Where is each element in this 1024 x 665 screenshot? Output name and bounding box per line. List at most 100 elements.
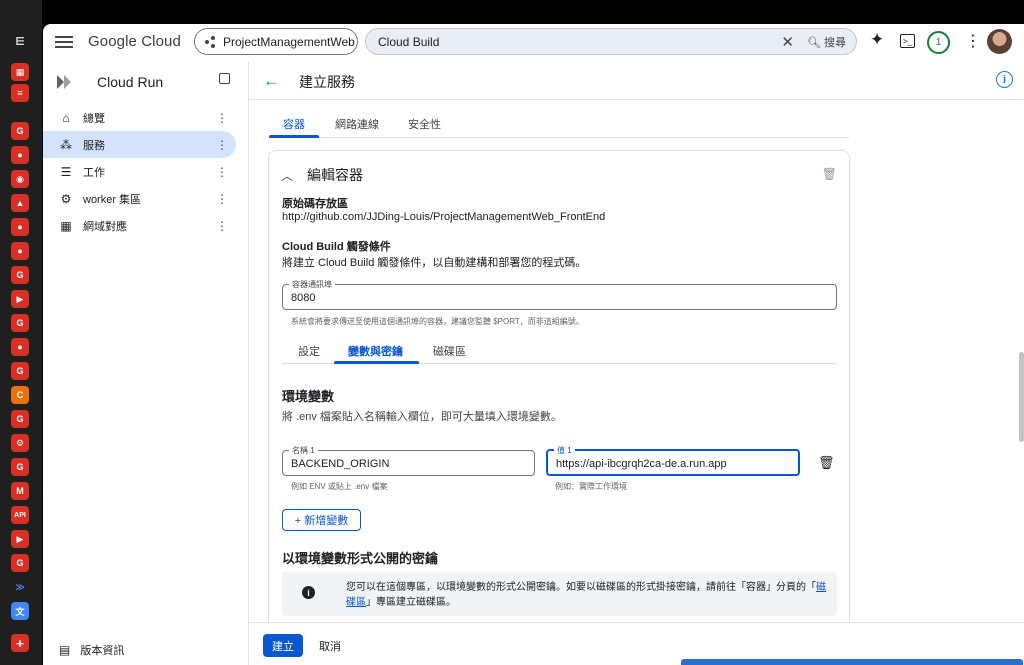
subtab-volumes[interactable]: 磁碟區 [433, 343, 466, 359]
container-port-value: 8080 [291, 292, 316, 304]
translate-icon[interactable]: 文 [11, 602, 29, 620]
env-value-value: https://api-ibcgrqh2ca-de.a.run.app [556, 458, 727, 470]
chrome-icon[interactable]: ◉ [11, 170, 29, 188]
gemini-icon[interactable]: ✦ [870, 30, 884, 50]
google-icon[interactable]: G [11, 266, 29, 284]
subtab-variables-secrets[interactable]: 變數與密鑰 [348, 343, 403, 359]
arrow-extension-icon[interactable]: ≫ [11, 578, 29, 596]
medium-icon[interactable]: M [11, 482, 29, 500]
sidebar-item-jobs[interactable]: ☰ 工作 ⋮ [43, 158, 236, 185]
gear-extension-icon[interactable]: ⚙ [11, 434, 29, 452]
info-filled-icon: i [302, 586, 315, 599]
container-card: ︿ 編輯容器 🗑︎ 原始碼存放區 http://github.com/JJDin… [268, 150, 850, 665]
project-name: ProjectManagementWeb [223, 34, 355, 49]
avatar[interactable] [987, 29, 1012, 54]
youtube-icon[interactable]: ▶ [11, 290, 29, 308]
top-tabs: 容器 網路連線 安全性 [269, 110, 849, 138]
tab-networking[interactable]: 網路連線 [335, 116, 379, 132]
more-vert-icon[interactable]: ⋮ [216, 165, 228, 179]
subtab-settings[interactable]: 設定 [298, 343, 320, 359]
sidebar-item-label: 總覽 [83, 112, 105, 125]
google-icon[interactable]: G [11, 458, 29, 476]
search-extension-icon[interactable]: ≡ [11, 84, 29, 102]
github-icon[interactable]: ● [11, 242, 29, 260]
info-icon[interactable]: i [996, 71, 1013, 88]
google-cloud-logo[interactable]: Google Cloud [88, 33, 181, 50]
env-value-field[interactable]: 值 1 https://api-ibcgrqh2ca-de.a.run.app [546, 445, 800, 476]
env-value-label: 值 1 [554, 445, 575, 456]
container-port-label: 容器通訊埠 [289, 279, 335, 290]
g-icon[interactable]: G [11, 410, 29, 428]
search-input[interactable]: Cloud Build ✕ 🔍︎ 搜尋 [365, 28, 857, 55]
github-icon[interactable]: ● [11, 338, 29, 356]
scrollbar[interactable] [1019, 352, 1024, 442]
container-port-hint: 系統會將要求傳送至使用這個通訊埠的容器，建議您監聽 $PORT，而非這組編號。 [291, 317, 584, 326]
more-vert-icon[interactable]: ⋮ [965, 31, 981, 51]
collapse-sidebar-icon[interactable] [219, 73, 230, 84]
notice-text: 您可以在這個專區，以環境變數的形式公開密鑰。如要以磁碟區的形式掛接密鑰，請前往「… [346, 580, 826, 610]
sidebar-toggle-icon[interactable]: ⋿ [11, 32, 29, 50]
sidebar-title-text: Cloud Run [97, 74, 164, 90]
repo-value: http://github.com/JJDing-Louis/ProjectMa… [282, 211, 606, 223]
container-port-field[interactable]: 容器通訊埠 8080 [282, 279, 837, 310]
delete-container-icon[interactable]: 🗑︎ [822, 167, 837, 181]
more-vert-icon[interactable]: ⋮ [216, 192, 228, 206]
release-notes-link[interactable]: ▤ 版本資訊 [59, 642, 124, 658]
search-value: Cloud Build [378, 34, 440, 49]
more-vert-icon[interactable]: ⋮ [216, 138, 228, 152]
env-desc: 將 .env 檔案貼入名稱輸入欄位，即可大量填入環境變數。 [282, 411, 562, 423]
browser-window: Google Cloud ProjectManagementWeb Cloud … [43, 24, 1024, 665]
container-header[interactable]: ︿ 編輯容器 [281, 165, 363, 185]
menu-icon[interactable] [55, 33, 73, 51]
back-arrow-icon[interactable]: ← [263, 71, 280, 91]
github-icon[interactable]: ● [11, 218, 29, 236]
release-notes-label: 版本資訊 [80, 645, 125, 657]
tab-underline [269, 135, 319, 138]
page-title: 建立服務 [299, 74, 355, 90]
youtube-icon[interactable]: ▶ [11, 530, 29, 548]
more-vert-icon[interactable]: ⋮ [216, 111, 228, 125]
sidebar-item-overview[interactable]: ⌂ 總覽 ⋮ [43, 104, 236, 131]
notice-text-part1: 您可以在這個專區，以環境變數的形式公開密鑰。如要以磁碟區的形式掛接密鑰，請前往「… [346, 582, 816, 593]
top-bar: Google Cloud ProjectManagementWeb Cloud … [43, 24, 1024, 62]
env-name-hint: 例如 ENV 或貼上 .env 檔案 [291, 482, 388, 491]
repo-label: 原始碼存放區 [282, 198, 348, 210]
sidebar-item-label: worker 集區 [83, 193, 142, 206]
grid-extension-icon[interactable]: ▦ [11, 63, 29, 81]
tab-security[interactable]: 安全性 [408, 116, 441, 132]
project-selector[interactable]: ProjectManagementWeb [194, 28, 358, 55]
more-vert-icon[interactable]: ⋮ [216, 219, 228, 233]
cloud-shell-icon[interactable]: >_ [900, 34, 915, 48]
cancel-button[interactable]: 取消 [319, 638, 341, 654]
env-value-hint: 例如：實際工作環境 [555, 482, 627, 491]
release-notes-icon: ▤ [59, 643, 71, 657]
sidebar-item-services[interactable]: ⁂ 服務 ⋮ [43, 131, 236, 158]
clear-search-icon[interactable]: ✕ [781, 33, 794, 51]
project-dots-icon [205, 35, 217, 48]
api-icon[interactable]: API [11, 506, 29, 524]
tab-container[interactable]: 容器 [283, 116, 305, 132]
sidebar-item-label: 服務 [83, 139, 105, 152]
sidebar-item-label: 網域對應 [83, 220, 127, 233]
google-icon[interactable]: G [11, 554, 29, 572]
delete-variable-icon[interactable]: 🗑︎ [818, 455, 835, 471]
env-title: 環境變數 [282, 389, 335, 404]
google-icon[interactable]: G [11, 122, 29, 140]
sidebar-item-domain-mapping[interactable]: ▦ 網域對應 ⋮ [43, 212, 236, 239]
sidebar-title: Cloud Run [51, 68, 163, 96]
env-name-field[interactable]: 名稱 1 BACKEND_ORIGIN [282, 445, 535, 476]
c-icon[interactable]: C [11, 386, 29, 404]
sidebar-item-worker-pool[interactable]: ⚙ worker 集區 ⋮ [43, 185, 236, 212]
github-icon[interactable]: ● [11, 146, 29, 164]
create-button[interactable]: 建立 [263, 634, 303, 657]
extension-bar: ⋿ ▦ ≡ G ● ◉ ▲ ● ● G ▶ G ● G C G ⚙ G M AP… [0, 0, 42, 665]
g-icon[interactable]: G [11, 362, 29, 380]
add-extension-icon[interactable]: + [11, 634, 29, 652]
drive-icon[interactable]: ▲ [11, 194, 29, 212]
add-variable-button[interactable]: + 新增變數 [282, 509, 361, 531]
chevron-up-icon[interactable]: ︿ [281, 167, 293, 184]
google-icon[interactable]: G [11, 314, 29, 332]
search-button[interactable]: 🔍︎ 搜尋 [807, 34, 846, 50]
notification-badge[interactable]: 1 [927, 31, 950, 54]
services-icon: ⁂ [60, 137, 72, 152]
